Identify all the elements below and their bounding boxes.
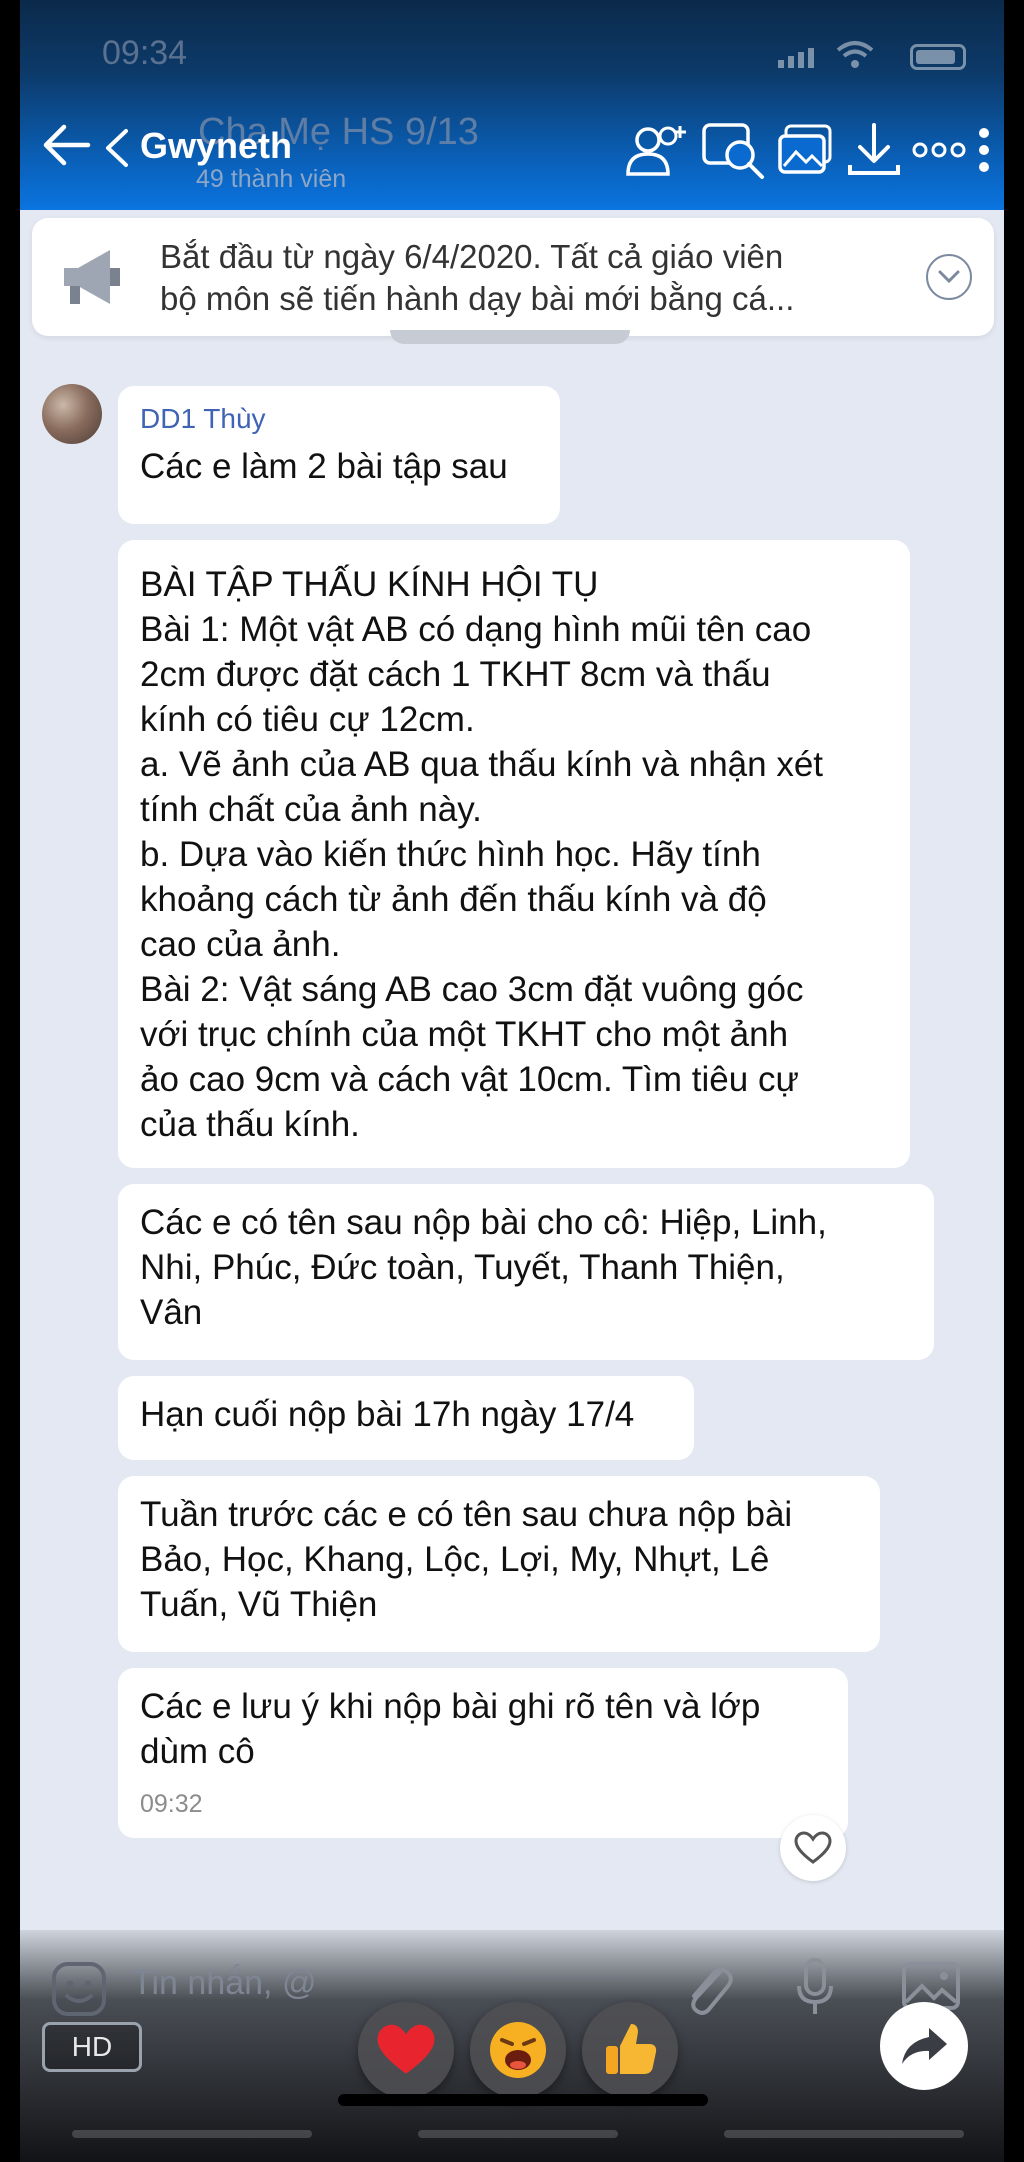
message-line: dùm cô: [140, 1732, 255, 1771]
message-line: Nhi, Phúc, Đức toàn, Tuyết, Thanh Thiện,: [140, 1248, 785, 1287]
message-line: b. Dựa vào kiến thức hình học. Hãy tính: [140, 835, 761, 874]
expand-pinned-button[interactable]: [926, 254, 972, 300]
more-vertical-icon[interactable]: [974, 125, 994, 175]
wifi-icon: [836, 41, 874, 68]
message-composer: Tin nhắn, @ HD: [20, 1930, 1004, 2162]
search-chat-icon[interactable]: [700, 119, 768, 181]
message-line: Bài 2: Vật sáng AB cao 3cm đặt vuông góc: [140, 970, 804, 1009]
download-icon[interactable]: [844, 121, 904, 179]
message-line: Các e làm 2 bài tập sau: [140, 447, 508, 486]
nav-row: Cha Mẹ HS 9/13 Gwyneth 49 thành viên: [20, 105, 1004, 195]
message-bubble[interactable]: Các e lưu ý khi nộp bài ghi rõ tên và lớ…: [118, 1668, 848, 1838]
message-bubble[interactable]: Tuần trước các e có tên sau chưa nộp bài…: [118, 1476, 880, 1652]
message-line: kính có tiêu cự 12cm.: [140, 700, 475, 739]
pinned-message[interactable]: Bắt đầu từ ngày 6/4/2020. Tất cả giáo vi…: [32, 218, 994, 336]
heart-icon: [794, 1831, 832, 1864]
message-line: khoảng cách từ ảnh đến thấu kính và độ: [140, 880, 767, 919]
attachment-icon[interactable]: [680, 1958, 736, 2018]
microphone-icon[interactable]: [795, 1956, 835, 2018]
hd-toggle[interactable]: HD: [42, 2022, 142, 2072]
thumbs-up-icon: [606, 2024, 657, 2074]
reaction-laugh-button[interactable]: [470, 2002, 566, 2098]
nav-line: [418, 2130, 618, 2138]
phone-screen: 09:34 Cha Mẹ HS 9/13 Gwyneth 49 thành vi…: [20, 0, 1004, 2162]
message-line: Bài 1: Một vật AB có dạng hình mũi tên c…: [140, 610, 812, 649]
status-bar: 09:34: [20, 30, 1004, 80]
status-time: 09:34: [102, 34, 188, 72]
message-bubble[interactable]: DD1 Thùy Các e làm 2 bài tập sau: [118, 386, 560, 524]
message-line: 2cm được đặt cách 1 TKHT 8cm và thấu: [140, 655, 771, 694]
pinned-tab: [390, 330, 630, 344]
avatar[interactable]: [42, 384, 102, 444]
reaction-heart-button[interactable]: [358, 2002, 454, 2098]
nav-line: [72, 2130, 312, 2138]
message-line: Tuấn, Vũ Thiện: [140, 1585, 378, 1624]
chevron-down-icon: [938, 270, 960, 284]
header-actions: [622, 119, 994, 181]
sticker-icon[interactable]: [50, 1960, 108, 2018]
forward-button[interactable]: [880, 2002, 968, 2090]
home-indicator: [338, 2094, 708, 2106]
forward-arrow-icon: [902, 2028, 947, 2064]
more-horizontal-icon[interactable]: [912, 140, 966, 160]
battery-icon: [910, 44, 966, 70]
message-line: Vân: [140, 1293, 203, 1332]
message-bubble[interactable]: Các e có tên sau nộp bài cho cô: Hiệp, L…: [118, 1184, 934, 1360]
message-line: tính chất của ảnh này.: [140, 790, 482, 829]
megaphone-icon: [64, 250, 120, 304]
message-line: Tuần trước các e có tên sau chưa nộp bài: [140, 1495, 793, 1534]
member-count: 49 thành viên: [196, 165, 347, 193]
reaction-thumbs-up-button[interactable]: [582, 2002, 678, 2098]
pinned-line-2: bộ môn sẽ tiến hành dạy bài mới bằng cá.…: [160, 280, 795, 317]
message-input[interactable]: Tin nhắn, @: [132, 1964, 316, 2003]
message-line: Hạn cuối nộp bài 17h ngày 17/4: [140, 1395, 635, 1434]
message-line: Bảo, Học, Khang, Lộc, Lợi, My, Nhựt, Lê: [140, 1540, 770, 1579]
contact-name[interactable]: Gwyneth: [140, 125, 292, 167]
sender-name: DD1 Thùy: [140, 403, 266, 434]
message-line: với trục chính của một TKHT cho một ảnh: [140, 1015, 789, 1054]
pinned-line-1: Bắt đầu từ ngày 6/4/2020. Tất cả giáo vi…: [160, 238, 784, 275]
message-bubble[interactable]: Hạn cuối nộp bài 17h ngày 17/4: [118, 1376, 694, 1460]
message-line: ảo cao 9cm và cách vật 10cm. Tìm tiêu cự: [140, 1060, 799, 1099]
signal-icon: [778, 48, 814, 68]
chevron-left-icon[interactable]: [102, 127, 132, 169]
message-line: Các e có tên sau nộp bài cho cô: Hiệp, L…: [140, 1203, 827, 1242]
message-line: cao của ảnh.: [140, 925, 341, 964]
message-line: BÀI TẬP THẤU KÍNH HỘI TỤ: [140, 565, 599, 604]
media-icon[interactable]: [776, 122, 836, 178]
nav-line: [724, 2130, 964, 2138]
laughing-face-icon: [490, 2022, 546, 2078]
message-line: của thấu kính.: [140, 1105, 360, 1144]
back-arrow-icon[interactable]: [42, 123, 92, 167]
message-bubble[interactable]: BÀI TẬP THẤU KÍNH HỘI TỤ Bài 1: Một vật …: [118, 540, 910, 1168]
pinned-text: Bắt đầu từ ngày 6/4/2020. Tất cả giáo vi…: [160, 236, 920, 320]
chat-header: 09:34 Cha Mẹ HS 9/13 Gwyneth 49 thành vi…: [20, 0, 1004, 210]
message-line: a. Vẽ ảnh của AB qua thấu kính và nhận x…: [140, 745, 824, 784]
add-member-icon[interactable]: [622, 120, 692, 180]
message-line: Các e lưu ý khi nộp bài ghi rõ tên và lớ…: [140, 1687, 761, 1726]
message-timestamp: 09:32: [140, 1790, 203, 1818]
like-button[interactable]: [780, 1815, 846, 1881]
red-heart-icon: [377, 2024, 435, 2074]
